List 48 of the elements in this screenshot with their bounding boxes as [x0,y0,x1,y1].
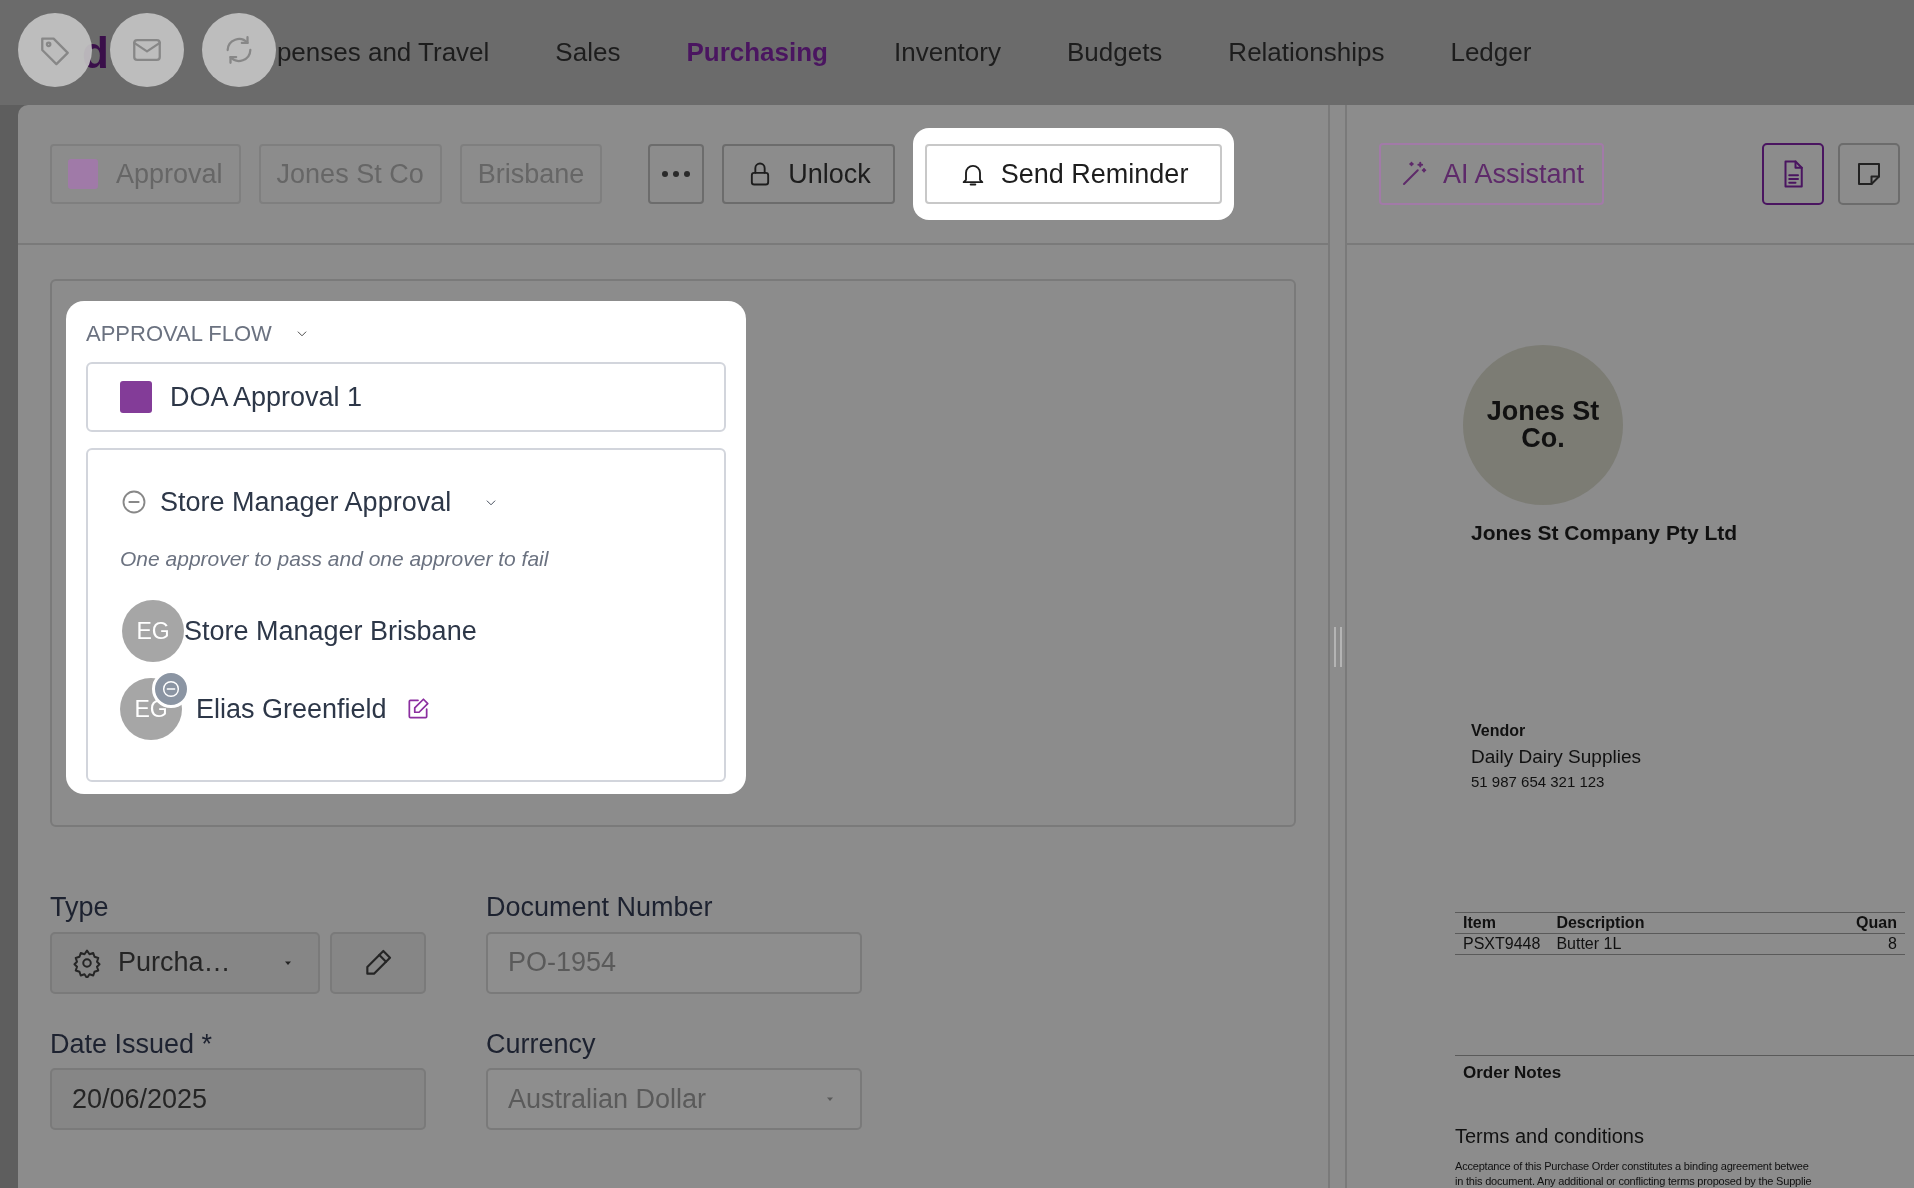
nav-link[interactable]: Purchasing [686,33,828,72]
nav-link[interactable]: Sales [555,33,621,72]
select-value: Purcha… [118,946,231,980]
approval-rule-text: One approver to pass and one approver to fail [120,545,550,572]
unlock-button[interactable]: Unlock [722,144,895,204]
column-header: Description [1548,912,1653,933]
policy-name: DOA Approval 1 [170,380,363,414]
gear-icon [72,947,102,978]
vendor-heading: Vendor [1471,720,1527,741]
approver-name: Store Manager Brisbane [184,614,477,648]
column-header: Item [1455,912,1549,933]
terms-heading: Terms and conditions [1455,1124,1645,1149]
ai-assistant-button[interactable]: AI Assistant [1379,143,1605,205]
column-header: Quan [1652,912,1905,933]
section-title: APPROVAL FLOW [86,320,272,348]
order-notes-heading: Order Notes [1463,1062,1562,1082]
vendor-abn: 51 987 654 321 123 [1471,772,1606,792]
resize-handle-icon[interactable] [1333,626,1342,667]
edit-button[interactable] [330,931,426,994]
document-view-button[interactable] [1762,143,1824,205]
approver-name: Elias Greenfield [196,692,387,726]
send-reminder-button[interactable]: Send Reminder [924,144,1223,204]
more-button[interactable] [648,144,705,204]
terms-text-line: Acceptance of this Purchase Order constitutes a binding agreement betwee [1455,1159,1810,1174]
table-cell: Butter 1L [1548,933,1653,954]
company-name: Jones St Company Pty Ltd [1471,520,1739,546]
table-cell: PSXT9448 [1455,933,1549,954]
step-name: Store Manager Approval [160,486,452,519]
vendor-name: Daily Dairy Supplies [1471,744,1642,769]
table-cell: 8 [1652,933,1905,954]
avatar-circle: EG [122,600,184,662]
field-label: Document Number [486,891,714,924]
nav-link[interactable]: Relationships [1228,33,1385,72]
nav-link[interactable]: Budgets [1066,33,1163,72]
policy-row[interactable]: DOA Approval 1 [86,362,726,432]
minus-circle-icon [160,678,182,700]
type-select[interactable]: Purcha… [50,931,320,994]
note-view-button[interactable] [1838,143,1900,205]
field-label: Type [50,891,110,924]
nav-link[interactable]: Inventory [894,33,1001,72]
field-label: Currency [486,1027,597,1061]
input-field[interactable]: 20/06/2025 [50,1068,426,1130]
terms-text-line: in this document. Any additional or conflicting terms proposed by the Supplie [1455,1174,1813,1188]
company-logo: Jones St Co. [1463,345,1623,505]
nav-link[interactable]: Ledger [1450,33,1532,72]
nav-link[interactable]: penses and Travel [276,33,490,72]
ellipsis-icon [662,171,691,177]
field-label: Date Issued * [50,1027,214,1061]
